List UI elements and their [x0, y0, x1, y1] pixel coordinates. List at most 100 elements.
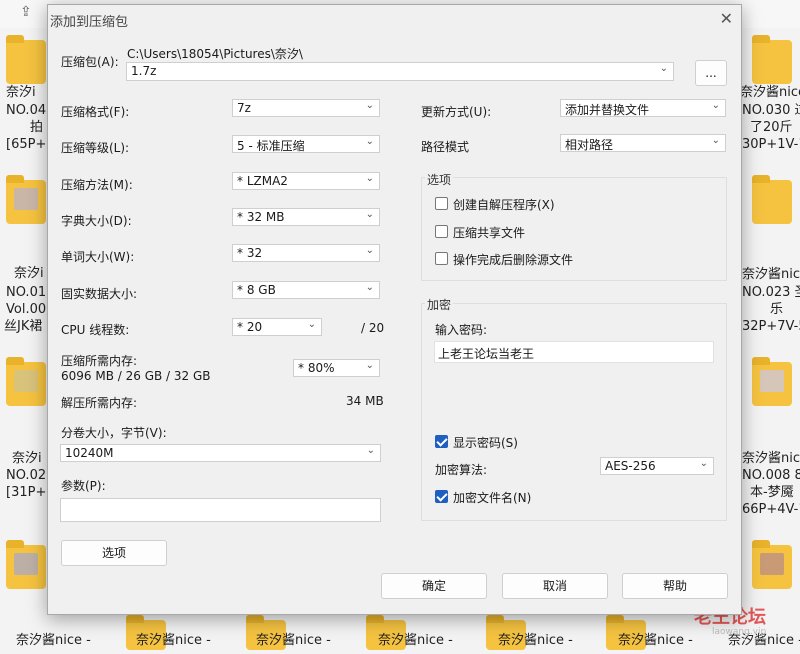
- format-value: 7z: [237, 101, 251, 115]
- folder-label: 奈汐酱nice -: [618, 633, 693, 648]
- folder-label: 66P+4V-1: [742, 502, 800, 517]
- level-select[interactable]: 5 - 标准压缩 ⌄: [232, 135, 380, 153]
- word-label: 单词大小(W):: [61, 250, 135, 264]
- cancel-button[interactable]: 取消: [502, 573, 608, 599]
- options-group-title: 选项: [425, 171, 454, 188]
- encryption-method-label: 加密算法:: [435, 463, 488, 477]
- method-value: * LZMA2: [237, 174, 288, 188]
- folder-label: 奈汐酱nice: [740, 85, 800, 100]
- mem-decomp-value: 34 MB: [346, 394, 384, 408]
- cpu-select[interactable]: * 20 ⌄: [232, 318, 322, 336]
- params-input[interactable]: [60, 498, 381, 522]
- method-select[interactable]: * LZMA2 ⌄: [232, 172, 380, 190]
- solid-label: 固实数据大小:: [61, 287, 138, 301]
- folder-label: NO.04: [6, 103, 47, 118]
- chevron-down-icon[interactable]: ⌄: [712, 100, 720, 111]
- chevron-down-icon[interactable]: ⌄: [366, 360, 374, 371]
- folder-icon[interactable]: [752, 357, 792, 406]
- password-value: 上老王论坛当老王: [438, 347, 535, 361]
- encrypt-names-label[interactable]: 加密文件名(N): [453, 489, 531, 506]
- mem-comp-label: 压缩所需内存:: [61, 354, 138, 368]
- show-password-checkbox[interactable]: [435, 435, 448, 448]
- solid-select[interactable]: * 8 GB ⌄: [232, 281, 380, 299]
- chevron-down-icon[interactable]: ⌄: [712, 135, 720, 146]
- mem-comp-value: 6096 MB / 26 GB / 32 GB: [61, 369, 211, 383]
- folder-icon[interactable]: [6, 175, 46, 224]
- chevron-down-icon[interactable]: ⌄: [366, 245, 374, 256]
- folder-label: 奈汐酱nic: [742, 267, 800, 282]
- folder-label: 奈汐酱nice -: [498, 633, 573, 648]
- sfx-checkbox[interactable]: [435, 197, 448, 210]
- chevron-down-icon[interactable]: ⌄: [700, 458, 708, 469]
- chevron-down-icon[interactable]: ⌄: [366, 100, 374, 111]
- chevron-down-icon[interactable]: ⌄: [366, 209, 374, 220]
- path-mode-label: 路径模式: [421, 140, 470, 154]
- folder-label: 乐: [770, 302, 784, 317]
- folder-icon[interactable]: [6, 35, 46, 84]
- options-button[interactable]: 选项: [61, 540, 167, 566]
- archive-label: 压缩包(A):: [61, 55, 119, 69]
- chevron-down-icon[interactable]: ⌄: [366, 136, 374, 147]
- folder-icon[interactable]: [6, 357, 46, 406]
- mem-percent-select[interactable]: * 80% ⌄: [293, 359, 380, 377]
- format-label: 压缩格式(F):: [61, 105, 130, 119]
- chevron-down-icon[interactable]: ⌄: [367, 445, 375, 456]
- format-select[interactable]: 7z ⌄: [232, 99, 380, 117]
- folder-label: 30P+1V-1: [742, 137, 800, 152]
- encryption-group-title: 加密: [425, 296, 454, 313]
- watermark-sub: laowang.vip: [712, 627, 767, 637]
- browse-button[interactable]: ...: [695, 60, 727, 86]
- chevron-down-icon[interactable]: ⌄: [660, 63, 668, 74]
- chevron-down-icon[interactable]: ⌄: [366, 282, 374, 293]
- thumbnail: [14, 188, 38, 210]
- title-bar[interactable]: 添加到压缩包 ✕: [48, 5, 741, 33]
- path-mode-value: 相对路径: [565, 138, 614, 152]
- close-icon[interactable]: ✕: [720, 9, 733, 28]
- path-mode-select[interactable]: 相对路径 ⌄: [560, 134, 726, 152]
- show-password-label[interactable]: 显示密码(S): [453, 434, 518, 451]
- level-label: 压缩等级(L):: [61, 141, 130, 155]
- folder-icon[interactable]: [6, 540, 46, 589]
- split-value: 10240M: [65, 446, 114, 460]
- params-label: 参数(P):: [61, 479, 106, 493]
- encryption-method-select[interactable]: AES-256 ⌄: [600, 457, 714, 475]
- archive-name: 1.7z: [131, 64, 157, 78]
- folder-icon[interactable]: [752, 175, 792, 224]
- folder-label: NO.01: [6, 285, 47, 300]
- shared-files-label[interactable]: 压缩共享文件: [453, 224, 525, 241]
- chevron-down-icon[interactable]: ⌄: [366, 173, 374, 184]
- add-to-archive-dialog: 添加到压缩包 ✕ 压缩包(A): C:\Users\18054\Pictures…: [47, 4, 742, 615]
- folder-label: 丝JK裙: [4, 319, 43, 334]
- level-value: 5 - 标准压缩: [237, 139, 305, 153]
- solid-value: * 8 GB: [237, 283, 276, 297]
- password-input[interactable]: 上老王论坛当老王: [434, 341, 714, 363]
- thumbnail: [14, 553, 38, 575]
- folder-label: 奈汐酱nice -: [16, 633, 91, 648]
- ok-button[interactable]: 确定: [381, 573, 487, 599]
- encrypt-names-checkbox[interactable]: [435, 490, 448, 503]
- password-label: 输入密码:: [435, 323, 488, 337]
- chevron-down-icon[interactable]: ⌄: [308, 319, 316, 330]
- cpu-total: / 20: [361, 321, 385, 335]
- word-select[interactable]: * 32 ⌄: [232, 244, 380, 262]
- update-select[interactable]: 添加并替换文件 ⌄: [560, 99, 726, 117]
- update-value: 添加并替换文件: [565, 103, 650, 117]
- delete-source-checkbox[interactable]: [435, 252, 448, 265]
- shared-files-checkbox[interactable]: [435, 225, 448, 238]
- help-button[interactable]: 帮助: [622, 573, 728, 599]
- archive-name-combo[interactable]: 1.7z ⌄: [126, 62, 674, 81]
- folder-label: 了20斤: [750, 120, 793, 135]
- sfx-label[interactable]: 创建自解压程序(X): [453, 196, 555, 213]
- split-label: 分卷大小，字节(V):: [61, 426, 167, 440]
- folder-icon[interactable]: [752, 35, 792, 84]
- folder-label: NO.030 过: [742, 103, 800, 118]
- dict-label: 字典大小(D):: [61, 214, 132, 228]
- folder-icon[interactable]: [752, 540, 792, 589]
- encryption-method-value: AES-256: [605, 459, 656, 473]
- split-combo[interactable]: 10240M ⌄: [60, 444, 381, 462]
- dialog-title: 添加到压缩包: [50, 15, 129, 30]
- dict-select[interactable]: * 32 MB ⌄: [232, 208, 380, 226]
- share-icon[interactable]: ⇪: [20, 4, 32, 20]
- delete-source-label[interactable]: 操作完成后删除源文件: [453, 251, 573, 268]
- folder-label: 32P+7V-5: [742, 319, 800, 334]
